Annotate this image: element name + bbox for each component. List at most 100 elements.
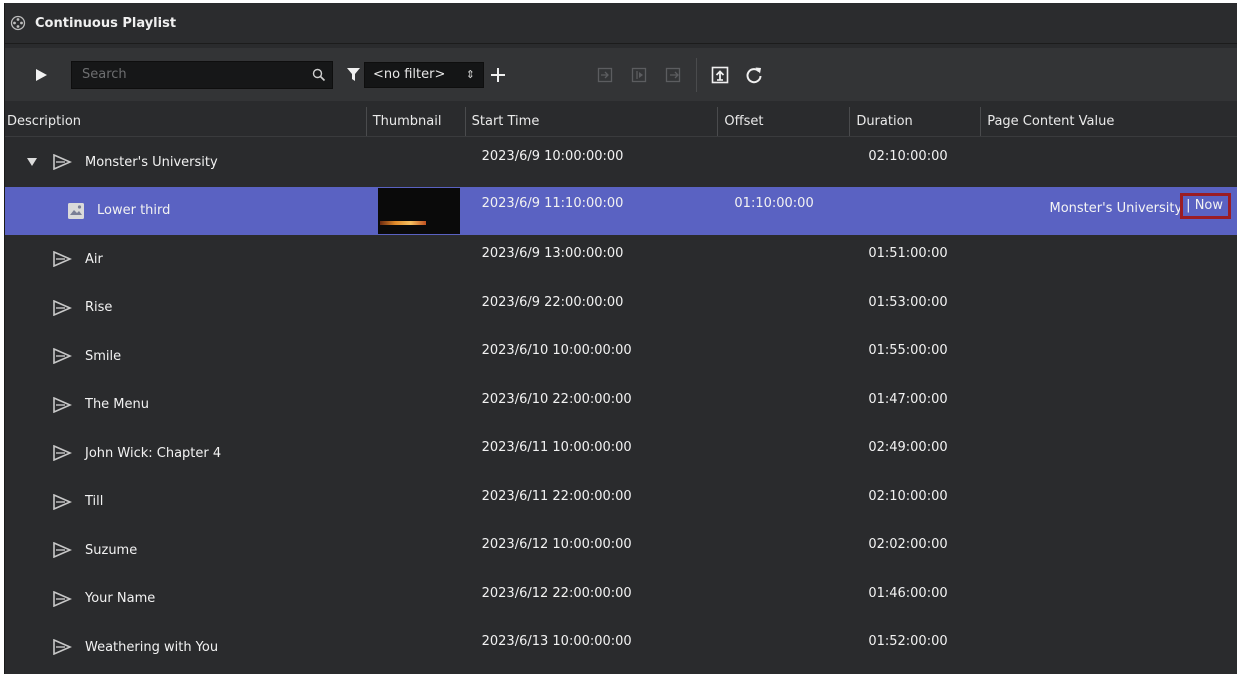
take-out-button[interactable]	[656, 55, 690, 95]
now-label: Now	[1194, 197, 1223, 213]
cell-page-content-value	[981, 526, 1237, 575]
cell-page-content-value	[981, 575, 1237, 624]
table-row[interactable]: Monster's University 2023/6/9 10:00:00:0…	[5, 138, 1237, 187]
cell-page-content-value	[981, 138, 1237, 187]
cue-icon	[631, 67, 647, 82]
cell-thumbnail	[367, 138, 466, 187]
cell-thumbnail	[367, 429, 466, 478]
column-header-thumbnail[interactable]: Thumbnail	[367, 107, 466, 136]
cell-offset	[718, 332, 850, 381]
cell-offset	[718, 235, 850, 284]
playlist-triangle-icon	[51, 442, 73, 464]
cell-description: Rise	[5, 284, 367, 333]
cell-thumbnail	[367, 623, 466, 672]
filter-value: <no filter>	[373, 67, 446, 82]
table-row[interactable]: Air 2023/6/9 13:00:00:00 01:51:00:00	[5, 235, 1237, 284]
table-row[interactable]: Suzume 2023/6/12 10:00:00:00 02:02:00:00	[5, 526, 1237, 575]
take-out-icon	[665, 67, 681, 82]
continue-button[interactable]	[622, 55, 656, 95]
cell-start-time: 2023/6/10 22:00:00:00	[481, 391, 632, 407]
cell-thumbnail	[367, 332, 466, 381]
table-row[interactable]: Your Name 2023/6/12 22:00:00:00 01:46:00…	[5, 575, 1237, 624]
cell-description: The Menu	[5, 381, 367, 430]
page-image-icon	[65, 200, 87, 222]
cell-thumbnail	[367, 235, 466, 284]
cell-duration: 02:10:00:00	[868, 488, 948, 504]
cell-start-time: 2023/6/9 22:00:00:00	[481, 294, 624, 310]
row-description: Suzume	[85, 542, 138, 558]
thumbnail-image	[377, 187, 460, 234]
table-row[interactable]: Weathering with You 2023/6/13 10:00:00:0…	[5, 623, 1237, 672]
column-header-description[interactable]: Description	[5, 107, 367, 136]
add-filter-button[interactable]	[486, 55, 510, 95]
cell-thumbnail	[367, 526, 466, 575]
table-row[interactable]: John Wick: Chapter 4 2023/6/11 10:00:00:…	[5, 429, 1237, 478]
take-in-icon	[597, 67, 613, 82]
row-description: Air	[85, 251, 103, 267]
table-row[interactable]: Lower third 2023/6/9 11:10:00:00 01:10:0…	[5, 186, 1237, 236]
cell-offset	[718, 526, 850, 575]
search-box	[71, 60, 333, 89]
cell-page-content-value	[981, 235, 1237, 284]
cell-start-time: 2023/6/12 10:00:00:00	[481, 537, 632, 552]
take-in-button[interactable]	[588, 55, 622, 95]
table-row[interactable]: Rise 2023/6/9 22:00:00:00 01:53:00:00	[5, 284, 1237, 333]
export-page-button[interactable]	[703, 55, 737, 95]
cell-page-content-value	[981, 284, 1237, 333]
cell-description: Suzume	[5, 526, 367, 575]
cell-start-time: 2023/6/10 10:00:00:00	[481, 343, 632, 358]
refresh-button[interactable]	[737, 55, 771, 95]
cell-start-time: 2023/6/13 10:00:00:00	[481, 634, 632, 649]
cell-description: Monster's University	[5, 138, 367, 187]
cell-duration: 01:46:00:00	[868, 585, 948, 601]
cell-thumbnail	[367, 575, 466, 624]
row-description: Monster's University	[85, 154, 218, 170]
cell-description: Till	[5, 478, 367, 527]
playlist-triangle-icon	[51, 588, 73, 610]
dropdown-arrows-icon: ⇕	[465, 68, 475, 81]
cell-page-content-value	[981, 381, 1237, 430]
cell-offset: 01:10:00:00	[734, 195, 814, 211]
cell-start-time: 2023/6/9 10:00:00:00	[481, 149, 624, 164]
row-description: Smile	[85, 348, 122, 364]
row-description: Rise	[85, 300, 113, 316]
playlist-triangle-icon	[51, 394, 73, 416]
table-row[interactable]: Smile 2023/6/10 10:00:00:00 01:55:00:00	[5, 332, 1237, 381]
playlist-triangle-icon	[51, 248, 73, 270]
row-description: Lower third	[97, 203, 171, 219]
row-description: The Menu	[85, 397, 150, 413]
table-row[interactable]: Till 2023/6/11 22:00:00:00 02:10:00:00	[5, 478, 1237, 527]
filter-dropdown[interactable]: <no filter> ⇕	[364, 61, 484, 88]
table-row[interactable]: The Menu 2023/6/10 22:00:00:00 01:47:00:…	[5, 381, 1237, 430]
toolbar: <no filter> ⇕	[5, 48, 1237, 101]
cell-thumbnail	[367, 187, 466, 236]
cell-thumbnail	[367, 381, 466, 430]
cell-description: Weathering with You	[5, 623, 367, 672]
row-description: Weathering with You	[85, 639, 219, 655]
playlist-triangle-icon	[51, 636, 73, 658]
film-reel-icon	[9, 14, 27, 32]
cell-start-time: 2023/6/11 22:00:00:00	[481, 488, 632, 504]
cell-start-time: 2023/6/12 22:00:00:00	[481, 585, 632, 601]
search-input[interactable]	[82, 67, 312, 82]
search-icon[interactable]	[312, 68, 326, 82]
column-header-page-content-value[interactable]: Page Content Value	[981, 107, 1237, 136]
play-button[interactable]	[21, 55, 61, 95]
cell-start-time: 2023/6/9 13:00:00:00	[481, 246, 624, 261]
now-highlight[interactable]: | Now	[1180, 192, 1231, 219]
cell-offset	[718, 575, 850, 624]
window-title: Continuous Playlist	[35, 15, 177, 31]
page-content-value: Monster's University	[1049, 200, 1183, 216]
expand-caret-icon[interactable]	[25, 158, 39, 167]
column-header-duration[interactable]: Duration	[850, 107, 982, 136]
continuous-playlist-window: Continuous Playlist <no filter> ⇕	[4, 3, 1237, 674]
cell-offset	[718, 138, 850, 187]
cell-offset	[718, 478, 850, 527]
filter-button[interactable]	[339, 55, 367, 95]
column-header-offset[interactable]: Offset	[718, 107, 851, 136]
title-bar: Continuous Playlist	[5, 3, 1237, 44]
column-header-start-time[interactable]: Start Time	[466, 107, 719, 136]
row-description: Your Name	[85, 591, 156, 607]
cell-thumbnail	[367, 284, 466, 333]
cell-page-content-value: Monster's University | Now	[981, 187, 1237, 236]
